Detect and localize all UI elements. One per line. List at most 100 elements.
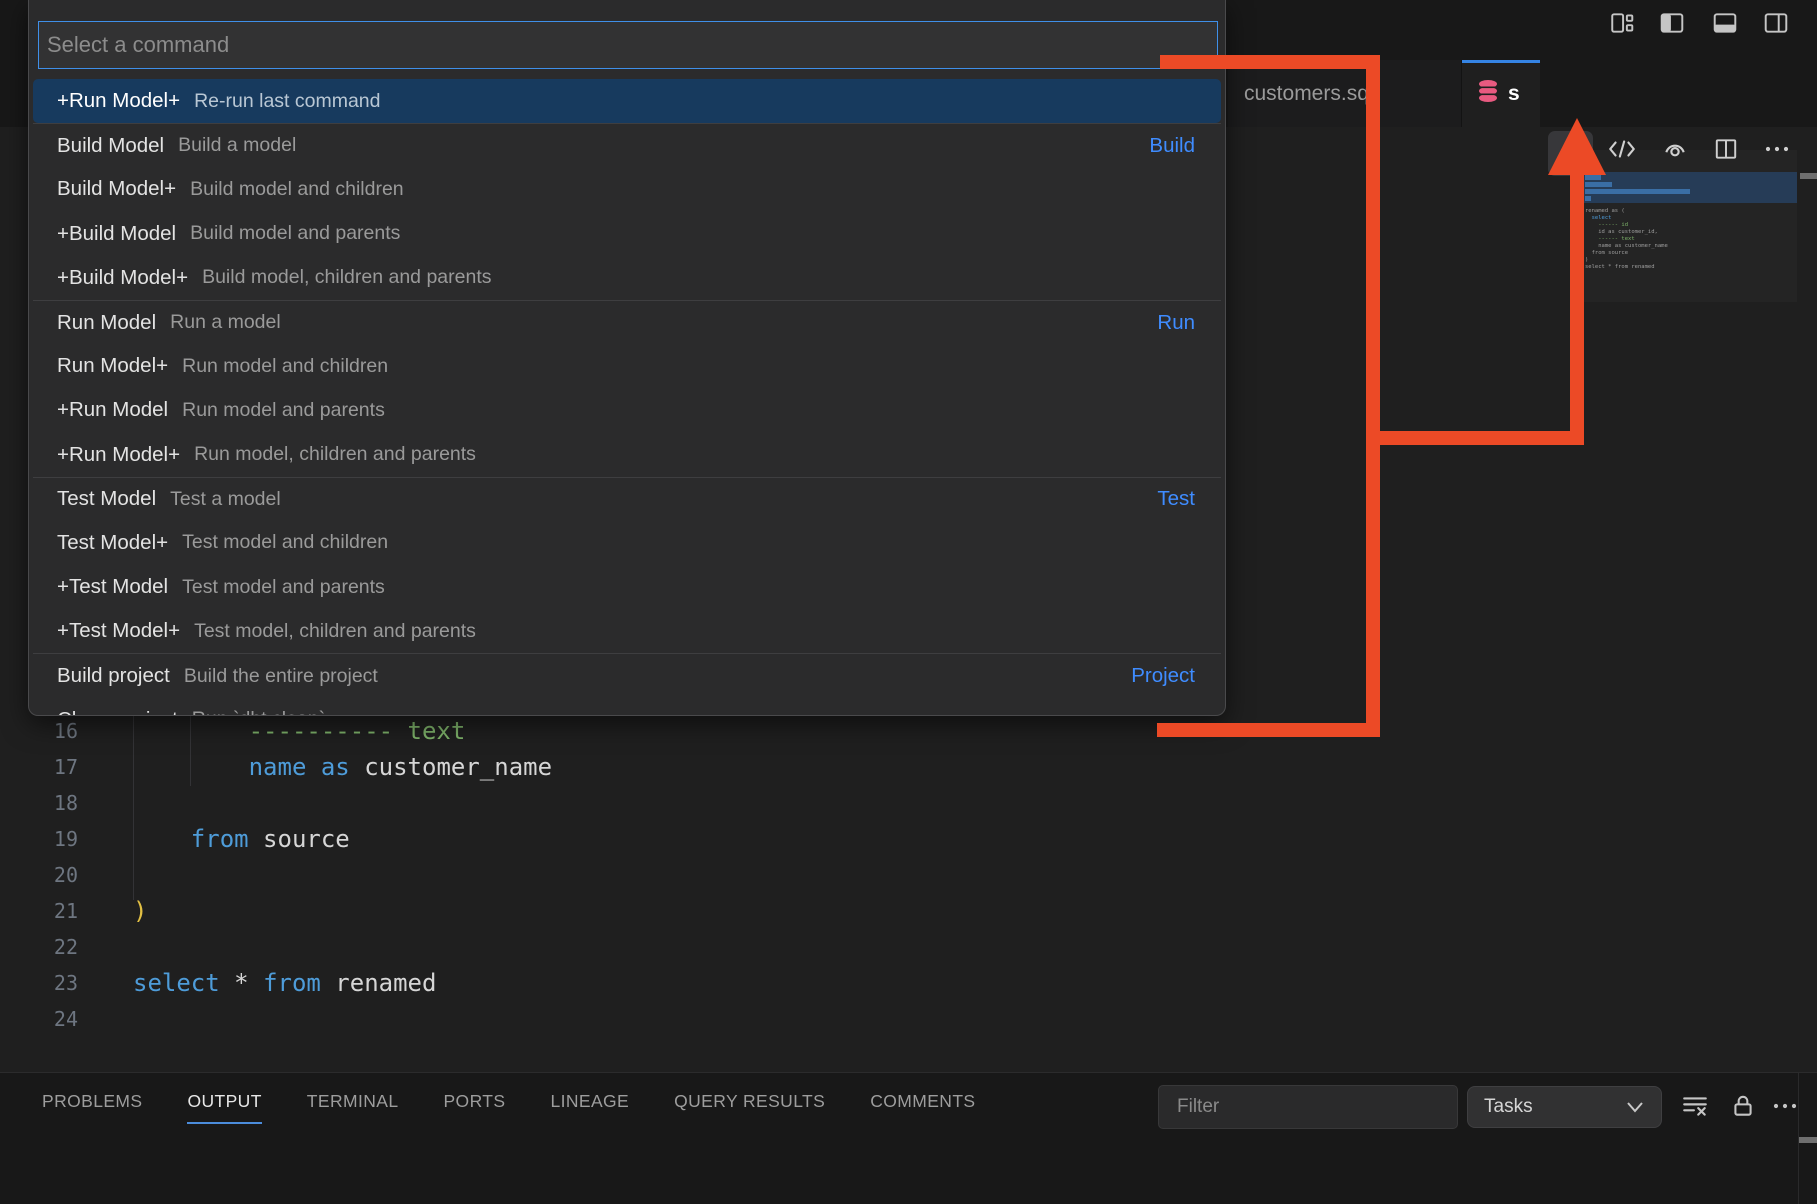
command-item[interactable]: +Run Model+Run model, children and paren… xyxy=(33,433,1221,477)
code-line[interactable]: 23 select * from renamed xyxy=(0,965,1580,1001)
code-line[interactable]: 20 xyxy=(0,857,1580,893)
panel-tab-problems[interactable]: PROBLEMS xyxy=(42,1091,142,1124)
code-text: name as customer_name xyxy=(133,749,552,785)
line-number: 19 xyxy=(0,821,78,857)
command-item[interactable]: Build project Build the entire project Pro… xyxy=(33,653,1221,697)
code-line[interactable]: 17 name as customer_name xyxy=(0,749,1580,785)
command-item-description: Build a model xyxy=(178,134,296,157)
command-item-description: Test model and parents xyxy=(182,576,385,599)
tab-active-query[interactable]: s xyxy=(1462,60,1540,127)
clear-output-icon[interactable] xyxy=(1678,1089,1712,1123)
tab-title: customers.sql xyxy=(1244,82,1374,105)
line-number: 24 xyxy=(0,1001,78,1037)
tasks-dropdown[interactable]: Tasks xyxy=(1467,1086,1662,1128)
panel-tab-ports[interactable]: PORTS xyxy=(443,1091,505,1124)
code-text: ---------- text xyxy=(133,713,465,749)
lock-icon[interactable] xyxy=(1726,1089,1760,1123)
code-text: ) xyxy=(133,893,147,929)
command-input[interactable] xyxy=(38,21,1218,69)
command-item[interactable]: Test Model Test a model Test xyxy=(33,477,1221,521)
line-number: 20 xyxy=(0,857,78,893)
command-item-label: Build Model xyxy=(57,134,164,158)
toggle-primary-sidebar-icon[interactable] xyxy=(1658,9,1686,37)
code-line[interactable]: 24 xyxy=(0,1001,1580,1037)
command-group-badge: Run xyxy=(1157,311,1195,335)
toggle-secondary-sidebar-icon[interactable] xyxy=(1762,9,1790,37)
code-text: select * from renamed xyxy=(133,965,436,1001)
panel-tabs: PROBLEMS OUTPUT TERMINAL PORTS LINEAGE QUERY … xyxy=(42,1091,976,1124)
command-item-description: Build model, children and parents xyxy=(202,266,491,289)
command-item-description: Build the entire project xyxy=(184,665,378,688)
code-line[interactable]: 16 ---------- text xyxy=(0,713,1580,749)
code-text: from source xyxy=(133,821,350,857)
minimap-code-line: id as customer_id, xyxy=(1585,229,1658,236)
command-item[interactable]: Run Model+ Run model and children xyxy=(33,344,1221,388)
command-item-description: Test model, children and parents xyxy=(194,620,476,643)
command-item[interactable]: +Build Model+Build model, children and p… xyxy=(33,256,1221,300)
minimap[interactable]: renamed as ( select ------ id id as cust… xyxy=(1582,150,1797,302)
command-item-description: Run model and parents xyxy=(182,399,385,422)
code-line[interactable]: 19 from source xyxy=(0,821,1580,857)
command-item-description: Build model and children xyxy=(190,178,404,201)
command-item-description: Build model and parents xyxy=(190,222,400,245)
command-item[interactable]: +Run Model Run model and parents xyxy=(33,388,1221,432)
line-number: 23 xyxy=(0,965,78,1001)
customize-layout-icon[interactable] xyxy=(1608,9,1636,37)
command-item[interactable]: Run ModelRun a modelRun xyxy=(33,300,1221,344)
minimap-code-line: ------ id xyxy=(1585,222,1628,229)
panel-tab-lineage[interactable]: LINEAGE xyxy=(550,1091,629,1124)
more-panel-actions-icon[interactable] xyxy=(1768,1089,1802,1123)
minimap-code-line: ) xyxy=(1585,257,1588,264)
command-item[interactable]: +Test Model Test model and parents xyxy=(33,565,1221,609)
command-item-label: +Test Model xyxy=(57,575,168,599)
command-list: +Run Model+Re-run last commandBuild Mode… xyxy=(33,79,1221,715)
line-number: 17 xyxy=(0,749,78,785)
toggle-panel-icon[interactable] xyxy=(1711,9,1739,37)
code-line[interactable]: 21) xyxy=(0,893,1580,929)
minimap-selected-line xyxy=(1585,196,1591,201)
command-item-label: Run Model+ xyxy=(57,354,168,378)
line-number: 22 xyxy=(0,929,78,965)
command-item[interactable]: +Run Model+Re-run last command xyxy=(33,79,1221,123)
command-group-badge: Test xyxy=(1157,487,1195,511)
code-line[interactable]: 18 xyxy=(0,785,1580,821)
command-item-label: +Test Model+ xyxy=(57,619,180,643)
panel-tab-terminal[interactable]: TERMINAL xyxy=(307,1091,399,1124)
command-item[interactable]: Build Model Build a model Build xyxy=(33,123,1221,167)
line-number: 16 xyxy=(0,713,78,749)
command-item-label: +Run Model xyxy=(57,398,168,422)
command-item[interactable]: +Build ModelBuild model and parents xyxy=(33,212,1221,256)
minimap-selection xyxy=(1582,172,1797,203)
tab-title-truncated: s xyxy=(1508,82,1520,106)
filter-input[interactable] xyxy=(1158,1085,1458,1129)
command-item-description: Re-run last command xyxy=(194,90,380,113)
panel-tab-comments[interactable]: COMMENTS xyxy=(870,1091,975,1124)
command-item[interactable]: Clean projectRun `dbt clean` xyxy=(33,698,1221,715)
minimap-selected-line xyxy=(1585,182,1612,187)
vscode-window: customers.sql s xyxy=(0,0,1817,1204)
command-item-label: +Run Model+ xyxy=(57,443,180,467)
command-item-description: Test a model xyxy=(170,488,281,511)
line-number: 18 xyxy=(0,785,78,821)
code-line[interactable]: 22 xyxy=(0,929,1580,965)
command-item-description: Run model and children xyxy=(182,355,388,378)
overview-ruler-marker xyxy=(1800,173,1817,179)
command-item-label: Build project xyxy=(57,664,170,688)
command-item[interactable]: +Test Model+ Test model, children and par… xyxy=(33,609,1221,653)
command-item-description: Test model and children xyxy=(182,531,388,554)
minimap-code-line: select xyxy=(1585,215,1612,222)
command-item[interactable]: Build Model+ Build model and children xyxy=(33,167,1221,211)
minimap-code-line: from source xyxy=(1585,250,1628,257)
command-item-label: Build Model+ xyxy=(57,177,176,201)
command-group-badge: Build xyxy=(1149,134,1195,158)
command-item-label: Test Model xyxy=(57,487,156,511)
command-item[interactable]: Test Model+Test model and children xyxy=(33,521,1221,565)
minimap-code-line: name as customer_name xyxy=(1585,243,1668,250)
panel-tab-output[interactable]: OUTPUT xyxy=(187,1091,261,1124)
panel-scrollbar[interactable] xyxy=(1799,1137,1817,1143)
minimap-selected-line xyxy=(1585,189,1690,194)
panel-tab-query-results[interactable]: QUERY RESULTS xyxy=(674,1091,825,1124)
dbt-database-icon xyxy=(1476,78,1500,109)
tab-customers-sql[interactable]: customers.sql xyxy=(1228,60,1462,127)
command-group-badge: Project xyxy=(1131,664,1195,688)
